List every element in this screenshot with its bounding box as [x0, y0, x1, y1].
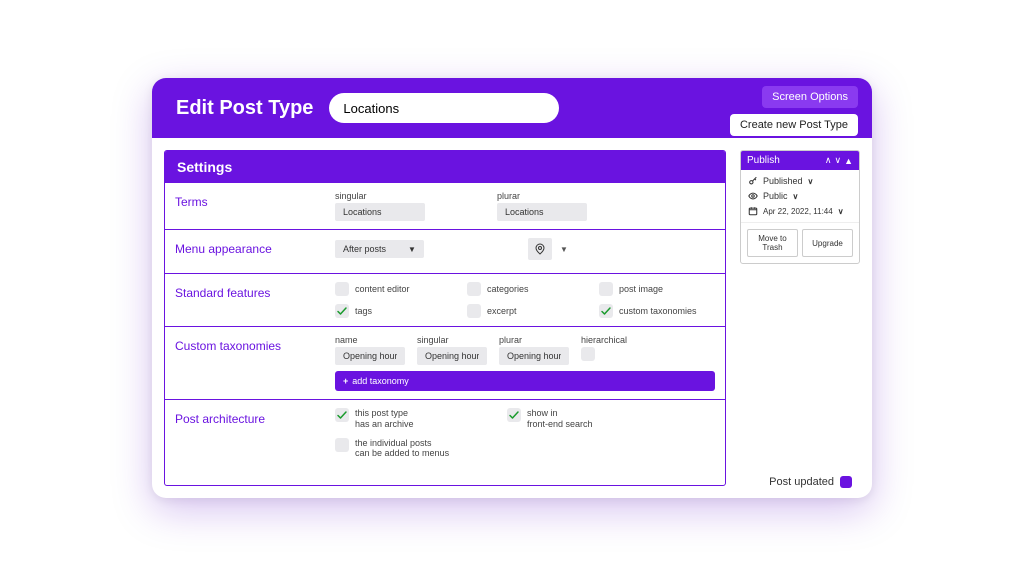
- tax-col-name: name: [335, 335, 405, 345]
- feature-label: content editor: [355, 284, 410, 295]
- chevron-up-icon[interactable]: ∧: [825, 155, 832, 166]
- post-type-name-input[interactable]: [329, 93, 559, 123]
- tax-singular-input[interactable]: [417, 347, 487, 365]
- feature-content-editor[interactable]: content editor: [335, 282, 445, 296]
- feature-custom-taxonomies[interactable]: custom taxonomies: [599, 304, 709, 318]
- settings-header: Settings: [165, 151, 725, 183]
- feature-label: excerpt: [487, 306, 517, 317]
- checkbox[interactable]: [467, 282, 481, 296]
- tax-col-singular: singular: [417, 335, 487, 345]
- right-column: Publish ∧ ∨ ▲ Published ∨: [740, 150, 860, 486]
- tax-col-plural: plurar: [499, 335, 569, 345]
- feature-label: post image: [619, 284, 663, 295]
- tax-col-hier: hierarchical: [581, 335, 627, 345]
- tax-hier-checkbox[interactable]: [581, 347, 595, 361]
- status-indicator-icon: [840, 476, 852, 488]
- feature-post-image[interactable]: post image: [599, 282, 709, 296]
- checkbox[interactable]: [335, 282, 349, 296]
- arch-option[interactable]: show infront-end search: [507, 408, 657, 430]
- row-label-arch: Post architecture: [175, 408, 325, 426]
- tax-plural-input[interactable]: [499, 347, 569, 365]
- checkbox[interactable]: [599, 282, 613, 296]
- feature-label: custom taxonomies: [619, 306, 697, 317]
- publish-visibility-line[interactable]: Public ∨: [747, 191, 853, 201]
- feature-tags[interactable]: tags: [335, 304, 445, 318]
- row-taxonomies: Custom taxonomies name singular: [165, 327, 725, 400]
- checkbox[interactable]: [335, 408, 349, 422]
- upgrade-button[interactable]: Upgrade: [802, 229, 853, 257]
- body: Settings Terms singular plurar: [152, 138, 872, 498]
- add-taxonomy-label: add taxonomy: [352, 376, 409, 386]
- row-label-terms: Terms: [175, 191, 325, 209]
- terms-plural-label: plurar: [497, 191, 587, 201]
- terms-singular-input[interactable]: [335, 203, 425, 221]
- terms-singular-label: singular: [335, 191, 425, 201]
- topbar-right-buttons: Screen Options Create new Post Type: [730, 86, 858, 136]
- checkbox[interactable]: [599, 304, 613, 318]
- checkbox[interactable]: [335, 304, 349, 318]
- row-label-menu: Menu appearance: [175, 238, 325, 256]
- footer-status: Post updated: [769, 476, 852, 488]
- menu-position-select[interactable]: After posts ▼: [335, 240, 424, 258]
- feature-label: categories: [487, 284, 529, 295]
- publish-header: Publish ∧ ∨ ▲: [741, 151, 859, 170]
- arch-label: this post typehas an archive: [355, 408, 414, 430]
- chevron-down-icon[interactable]: ∨: [834, 155, 841, 166]
- checkbox[interactable]: [467, 304, 481, 318]
- row-menu: Menu appearance After posts ▼: [165, 230, 725, 274]
- calendar-icon: [747, 206, 758, 216]
- screen-options-button[interactable]: Screen Options: [762, 86, 858, 108]
- arch-option[interactable]: this post typehas an archive: [335, 408, 485, 430]
- settings-panel: Settings Terms singular plurar: [164, 150, 726, 486]
- row-architecture: Post architecture this post typehas an a…: [165, 400, 725, 467]
- app-card: Edit Post Type Screen Options Create new…: [152, 78, 872, 498]
- row-terms: Terms singular plurar: [165, 183, 725, 230]
- key-icon: [747, 176, 758, 186]
- publish-status-line[interactable]: Published ∨: [747, 176, 853, 186]
- create-post-type-button[interactable]: Create new Post Type: [730, 114, 858, 136]
- triangle-up-icon[interactable]: ▲: [844, 156, 853, 166]
- chevron-down-icon: ∨: [808, 177, 814, 186]
- feature-excerpt[interactable]: excerpt: [467, 304, 577, 318]
- checkbox[interactable]: [335, 438, 349, 452]
- settings-body: Terms singular plurar Menu app: [165, 183, 725, 485]
- chevron-down-icon: ∨: [838, 207, 844, 216]
- row-label-taxonomies: Custom taxonomies: [175, 335, 325, 353]
- checkbox[interactable]: [507, 408, 521, 422]
- publish-panel: Publish ∧ ∨ ▲ Published ∨: [740, 150, 860, 264]
- tax-name-input[interactable]: [335, 347, 405, 365]
- plus-icon: +: [343, 376, 348, 386]
- caret-down-icon[interactable]: ▼: [560, 245, 568, 254]
- feature-categories[interactable]: categories: [467, 282, 577, 296]
- arch-label: show infront-end search: [527, 408, 593, 430]
- menu-icon-select[interactable]: [528, 238, 552, 260]
- terms-plural-input[interactable]: [497, 203, 587, 221]
- menu-position-value: After posts: [343, 244, 386, 254]
- publish-status: Published: [763, 176, 803, 186]
- page-title: Edit Post Type: [176, 97, 313, 120]
- footer-message: Post updated: [769, 476, 834, 488]
- row-features: Standard features content editor categori…: [165, 274, 725, 327]
- publish-date: Apr 22, 2022, 11:44: [763, 207, 833, 216]
- feature-label: tags: [355, 306, 372, 317]
- eye-icon: [747, 191, 758, 201]
- row-label-features: Standard features: [175, 282, 325, 300]
- publish-title: Publish: [747, 155, 780, 166]
- arch-option[interactable]: the individual postscan be added to menu…: [335, 438, 485, 460]
- add-taxonomy-button[interactable]: + add taxonomy: [335, 371, 715, 391]
- move-to-trash-button[interactable]: Move to Trash: [747, 229, 798, 257]
- caret-down-icon: ▼: [408, 245, 416, 254]
- publish-visibility: Public: [763, 191, 788, 201]
- arch-label: the individual postscan be added to menu…: [355, 438, 449, 460]
- chevron-down-icon: ∨: [793, 192, 799, 201]
- location-pin-icon: [534, 243, 546, 255]
- publish-date-line[interactable]: Apr 22, 2022, 11:44 ∨: [747, 206, 853, 216]
